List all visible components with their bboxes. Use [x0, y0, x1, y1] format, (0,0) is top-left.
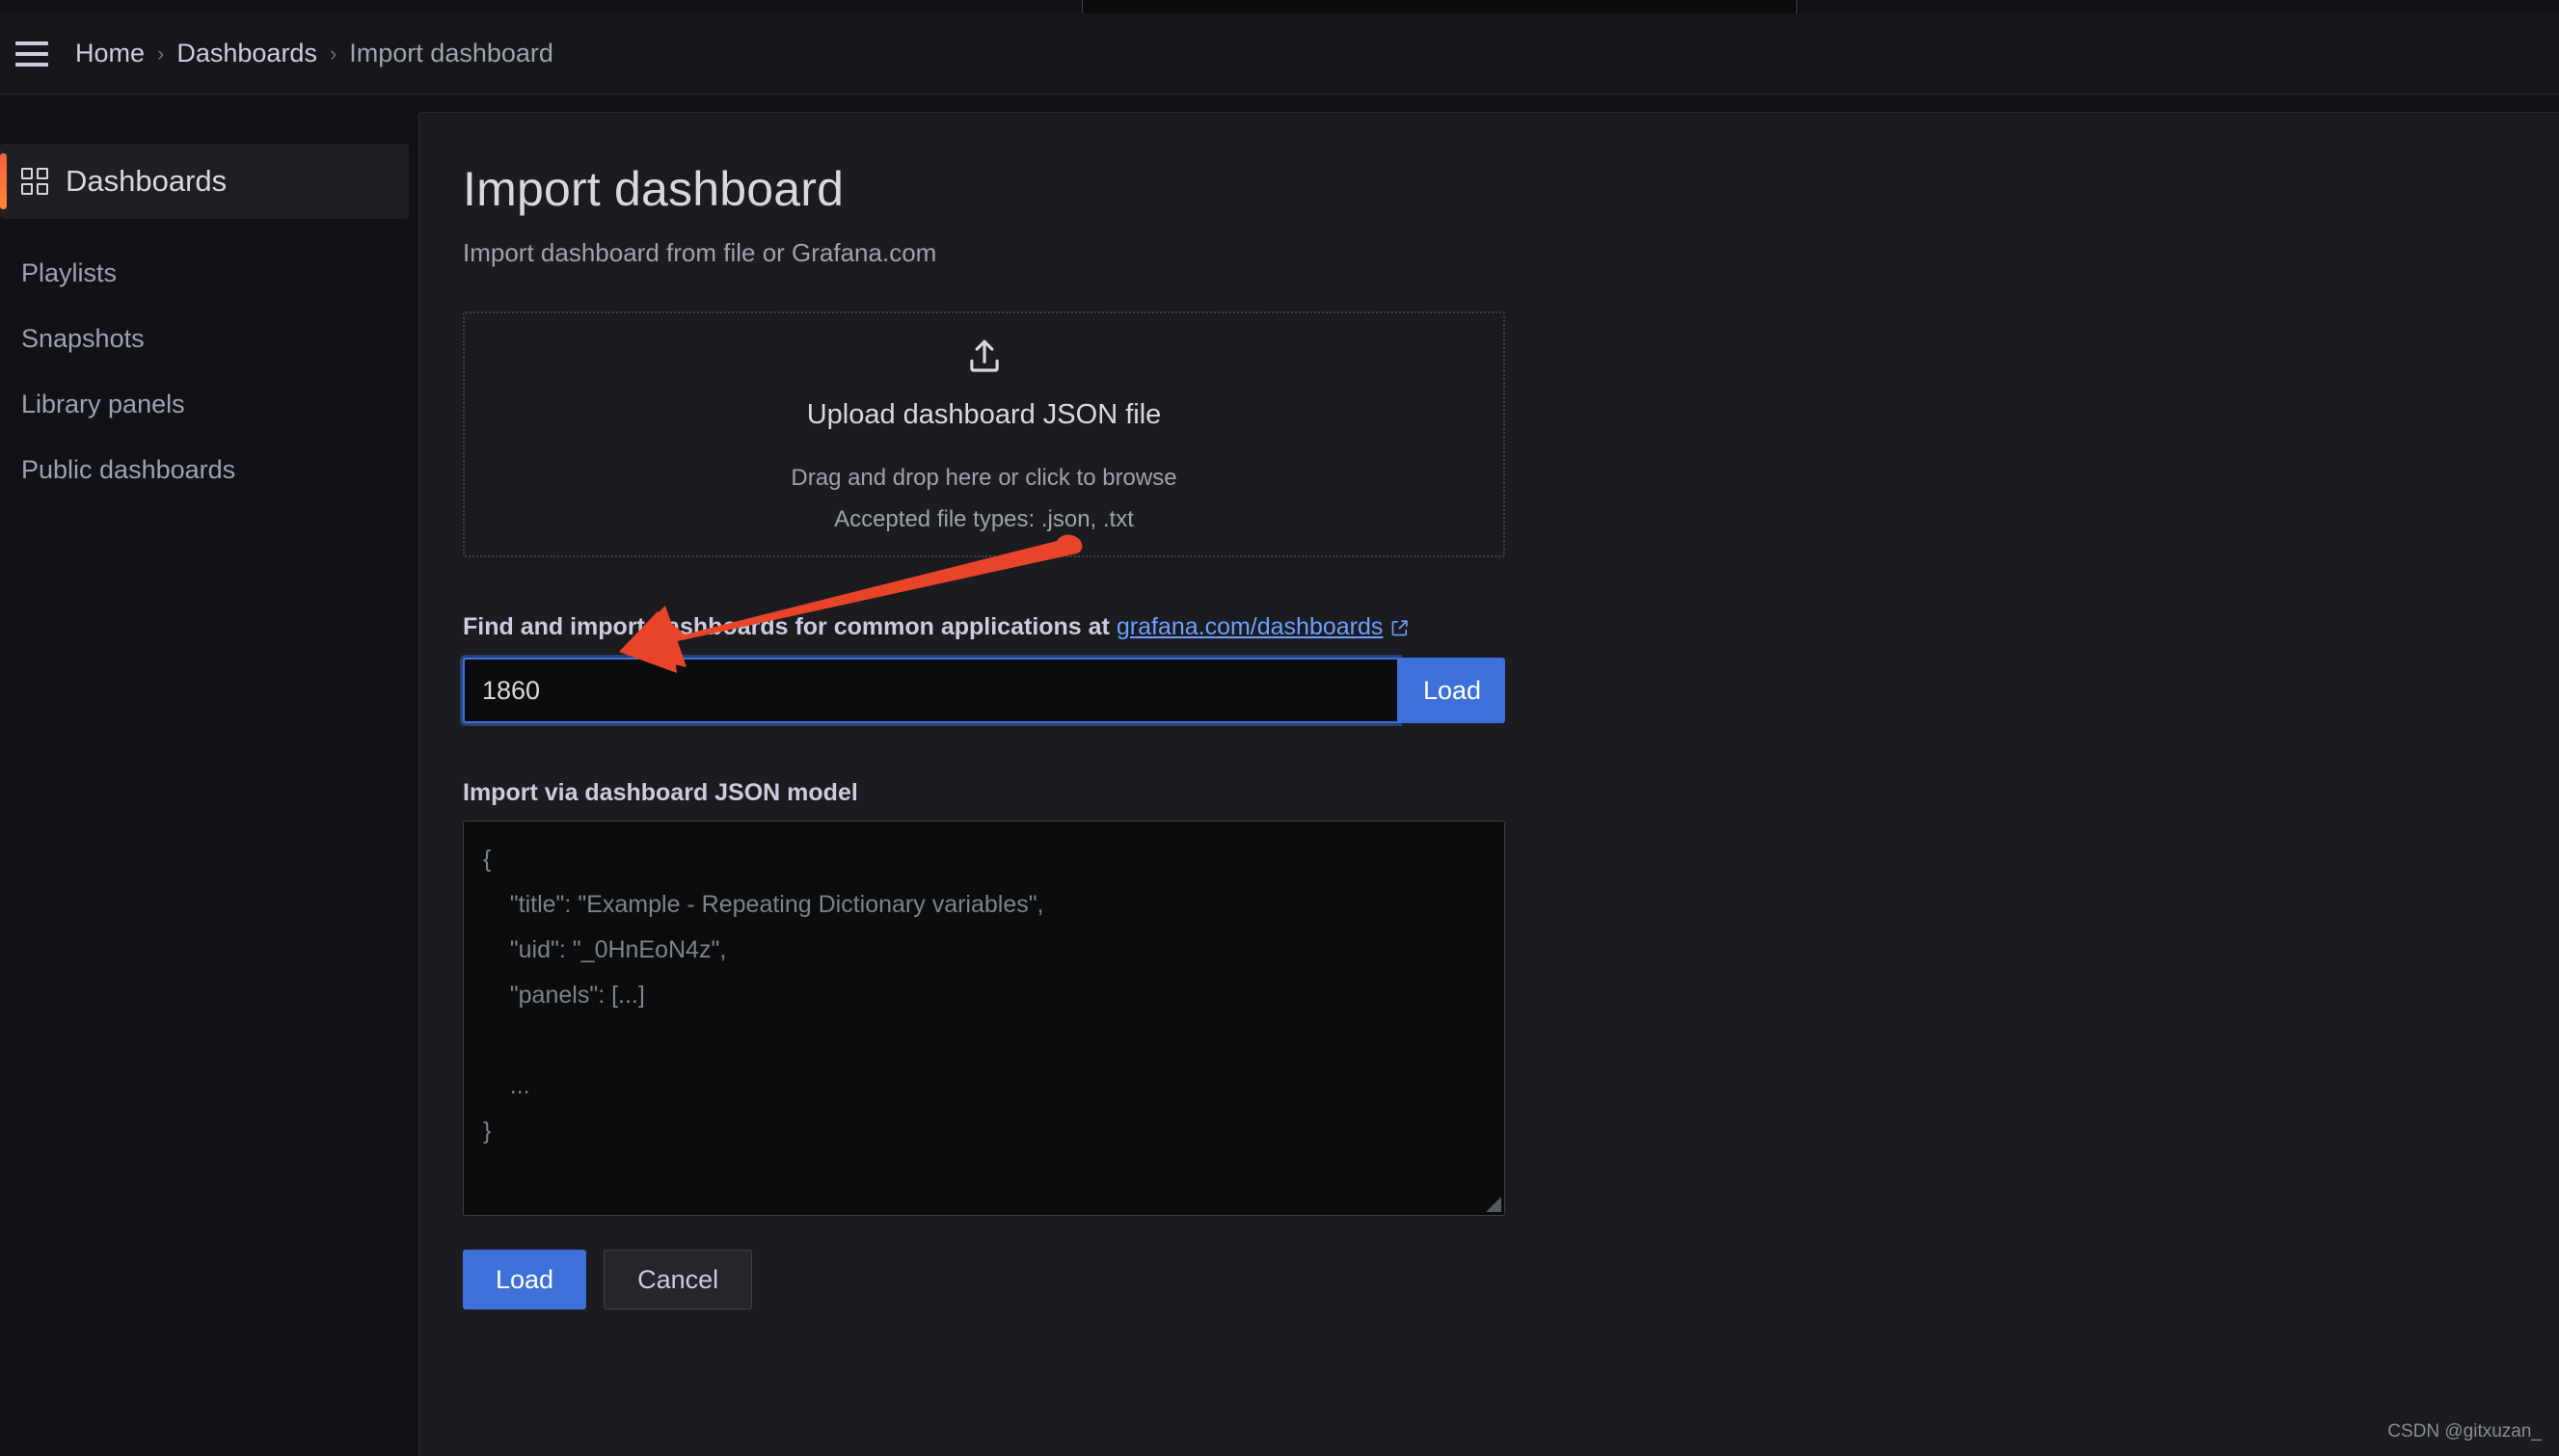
gcom-load-button[interactable]: Load [1399, 658, 1505, 723]
cancel-button[interactable]: Cancel [604, 1250, 752, 1309]
sidebar-nav: Dashboards Playlists Snapshots Library p… [0, 95, 418, 1456]
breadcrumb-bar: Home › Dashboards › Import dashboard [0, 13, 2559, 94]
page-title: Import dashboard [463, 161, 1620, 217]
grafana-import-dashboard-page: Home › Dashboards › Import dashboard Das… [0, 0, 2559, 1456]
sidebar-item-public-dashboards[interactable]: Public dashboards [0, 437, 418, 502]
upload-icon [964, 336, 1005, 378]
sidebar-item-label: Library panels [21, 390, 185, 419]
breadcrumb-separator-icon: › [157, 41, 164, 67]
json-model-label: Import via dashboard JSON model [463, 779, 1620, 807]
grafana-dashboards-link[interactable]: grafana.com/dashboards [1117, 613, 1384, 640]
breadcrumb-item-import-dashboard: Import dashboard [349, 39, 553, 68]
gcom-load-row: Load [463, 658, 1505, 723]
sidebar-item-playlists[interactable]: Playlists [0, 240, 418, 306]
dropzone-accepted-types: Accepted file types: .json, .txt [834, 506, 1134, 533]
breadcrumb-separator-icon: › [330, 41, 337, 67]
sidebar-item-snapshots[interactable]: Snapshots [0, 306, 418, 371]
external-link-icon [1390, 616, 1410, 644]
sidebar-item-dashboards[interactable]: Dashboards [0, 144, 409, 219]
sidebar-item-label: Snapshots [21, 324, 145, 354]
sidebar-item-label: Public dashboards [21, 455, 235, 485]
watermark: CSDN @gitxuzan_ [2387, 1421, 2542, 1443]
sidebar-item-library-panels[interactable]: Library panels [0, 371, 418, 437]
dropzone-hint: Drag and drop here or click to browse [791, 465, 1176, 492]
json-model-textarea[interactable] [463, 821, 1505, 1216]
sidebar-item-label: Playlists [21, 258, 117, 288]
breadcrumb: Home › Dashboards › Import dashboard [75, 39, 553, 68]
gcom-import-label-text: Find and import dashboards for common ap… [463, 613, 1117, 640]
breadcrumb-item-dashboards[interactable]: Dashboards [176, 39, 317, 68]
sidebar-item-label: Dashboards [66, 164, 227, 199]
hamburger-menu-icon[interactable] [15, 41, 48, 67]
gcom-id-input-wrapper [463, 658, 1399, 723]
page-subtitle: Import dashboard from file or Grafana.co… [463, 238, 1620, 268]
breadcrumb-item-home[interactable]: Home [75, 39, 145, 68]
file-dropzone[interactable]: Upload dashboard JSON file Drag and drop… [463, 311, 1505, 557]
main-content-panel: Import dashboard Import dashboard from f… [418, 112, 2559, 1456]
load-button[interactable]: Load [463, 1250, 586, 1309]
grid-apps-icon [21, 168, 48, 195]
dropzone-title: Upload dashboard JSON file [807, 399, 1162, 431]
gcom-id-input[interactable] [465, 660, 1397, 721]
gcom-import-label: Find and import dashboards for common ap… [463, 613, 1620, 644]
form-actions: Load Cancel [463, 1250, 1620, 1309]
